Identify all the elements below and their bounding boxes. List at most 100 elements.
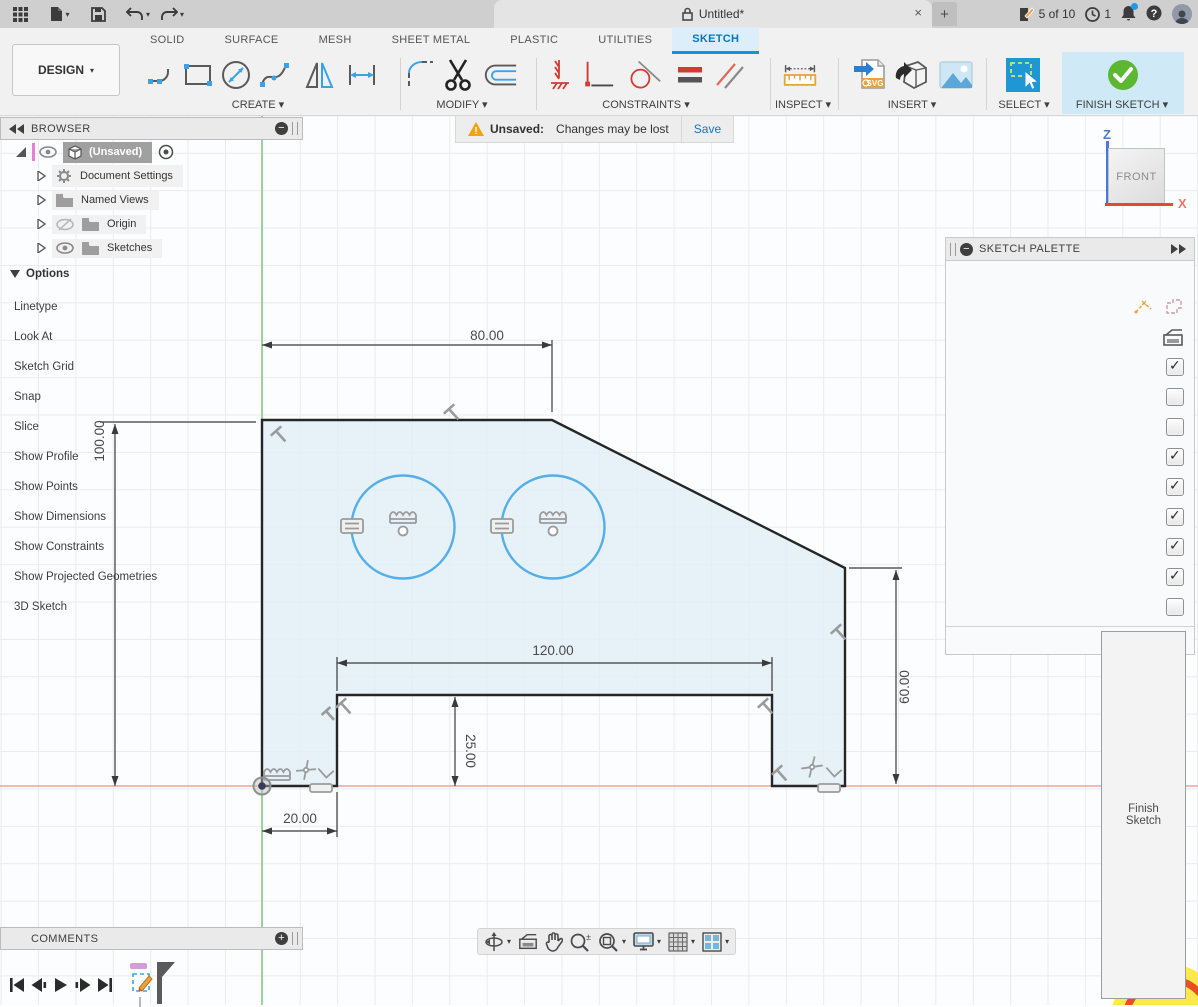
create-line-icon[interactable] xyxy=(144,56,180,94)
sketch-feature-icon[interactable] xyxy=(130,970,156,998)
tab-sheet-metal[interactable]: SHEET METAL xyxy=(372,28,491,52)
create-mirror-icon[interactable] xyxy=(302,56,338,94)
visible-eye-icon[interactable] xyxy=(56,242,74,254)
browser-root-label[interactable]: (Unsaved) xyxy=(89,146,142,158)
zoom-icon[interactable]: ± xyxy=(570,932,591,952)
create-group-label[interactable]: CREATE ▾ xyxy=(232,98,284,111)
timeline-step-back-icon[interactable] xyxy=(28,975,50,995)
browser-minimize-icon[interactable]: − xyxy=(275,122,288,135)
browser-item-sketches[interactable]: Sketches xyxy=(0,236,303,260)
browser-item-origin[interactable]: Origin xyxy=(0,212,303,236)
app-grid-icon[interactable] xyxy=(8,2,32,26)
tab-surface[interactable]: SURFACE xyxy=(205,28,299,52)
fit-icon[interactable]: ▾ xyxy=(598,932,626,952)
modify-offset-icon[interactable] xyxy=(482,56,518,94)
new-tab-button[interactable]: + xyxy=(932,2,957,26)
finish-sketch-button[interactable]: Finish Sketch xyxy=(1101,631,1186,999)
palette-minimize-icon[interactable]: − xyxy=(960,243,973,256)
dimension-25[interactable] xyxy=(452,697,459,786)
grid-settings-icon[interactable]: ▾ xyxy=(668,932,695,952)
select-group-label[interactable]: SELECT ▾ xyxy=(998,98,1049,111)
close-tab-icon[interactable]: × xyxy=(914,5,922,20)
comments-header[interactable]: COMMENTS + xyxy=(0,927,303,950)
expand-icon[interactable] xyxy=(36,171,46,181)
create-circle-icon[interactable] xyxy=(218,56,254,94)
viewports-icon[interactable]: ▾ xyxy=(702,932,729,952)
dim-label-120[interactable]: 120.00 xyxy=(532,643,573,658)
expand-icon[interactable] xyxy=(36,195,46,205)
section-collapse-icon[interactable] xyxy=(10,270,20,278)
origin-point[interactable] xyxy=(254,778,271,795)
panel-grip[interactable] xyxy=(292,932,298,945)
timeline-marker[interactable] xyxy=(156,962,176,1004)
collapse-icon[interactable] xyxy=(9,124,25,134)
finish-sketch-group-label[interactable]: FINISH SKETCH ▾ xyxy=(1076,98,1168,111)
item-label[interactable]: Named Views xyxy=(81,194,149,206)
timeline-sketch-feature[interactable] xyxy=(130,965,176,1005)
pan-icon[interactable] xyxy=(545,932,563,952)
projected-linetype-icon[interactable] xyxy=(1164,298,1184,316)
browser-item-document-settings[interactable]: Document Settings xyxy=(0,164,303,188)
notifications[interactable] xyxy=(1121,5,1136,24)
help[interactable]: ? xyxy=(1146,5,1162,24)
modify-group-label[interactable]: MODIFY ▾ xyxy=(436,98,487,111)
viewcube[interactable]: Z FRONT X xyxy=(1095,125,1195,220)
orbit-icon[interactable]: ▾ xyxy=(484,932,511,952)
tab-plastic[interactable]: PLASTIC xyxy=(490,28,578,52)
construction-linetype-icon[interactable] xyxy=(1134,298,1154,316)
timeline-play-icon[interactable] xyxy=(50,975,72,995)
redo-icon[interactable]: ▾ xyxy=(160,2,184,26)
constraint-parallel-icon[interactable] xyxy=(712,56,748,94)
insert-canvas-icon[interactable] xyxy=(938,56,974,94)
save-link[interactable]: Save xyxy=(682,116,733,142)
tab-mesh[interactable]: MESH xyxy=(299,28,372,52)
browser-item-named-views[interactable]: Named Views xyxy=(0,188,303,212)
browser-header[interactable]: BROWSER − xyxy=(0,117,303,140)
viewcube-front-face[interactable]: FRONT xyxy=(1108,148,1165,205)
palette-header[interactable]: − SKETCH PALETTE xyxy=(946,238,1194,261)
undo-icon[interactable]: ▾ xyxy=(126,2,150,26)
constraint-horizontal-vertical-icon[interactable] xyxy=(580,56,616,94)
document-tab[interactable]: Untitled* × xyxy=(494,0,932,28)
palette-options-section[interactable]: Options xyxy=(10,268,69,280)
expand-icon[interactable] xyxy=(36,243,46,253)
insert-group-label[interactable]: INSERT ▾ xyxy=(888,98,937,111)
dim-label-20[interactable]: 20.00 xyxy=(283,811,317,826)
version-status[interactable]: 5 of 10 xyxy=(1019,7,1076,22)
tab-solid[interactable]: SOLID xyxy=(130,28,205,52)
job-status[interactable]: 1 xyxy=(1085,7,1111,22)
timeline-skip-start-icon[interactable] xyxy=(6,975,28,995)
show-projected-checkbox[interactable] xyxy=(1166,568,1184,586)
timeline-skip-end-icon[interactable] xyxy=(94,975,116,995)
constraint-fix-icon[interactable] xyxy=(542,56,578,94)
expand-icon[interactable] xyxy=(36,219,46,229)
item-label[interactable]: Document Settings xyxy=(80,170,173,182)
dim-label-25[interactable]: 25.00 xyxy=(463,734,478,768)
tab-utilities[interactable]: UTILITIES xyxy=(578,28,672,52)
sketch-grid-checkbox[interactable] xyxy=(1166,358,1184,376)
item-label[interactable]: Origin xyxy=(107,218,136,230)
inspect-measure-icon[interactable] xyxy=(782,56,818,94)
show-points-checkbox[interactable] xyxy=(1166,478,1184,496)
insert-mesh-icon[interactable] xyxy=(894,56,930,94)
timeline-step-forward-icon[interactable] xyxy=(72,975,94,995)
file-menu-icon[interactable]: ▾ xyxy=(48,2,72,26)
finish-sketch-icon[interactable] xyxy=(1105,56,1141,94)
modify-fillet-icon[interactable] xyxy=(404,56,440,94)
modify-trim-icon[interactable] xyxy=(440,56,476,94)
3d-sketch-checkbox[interactable] xyxy=(1166,598,1184,616)
insert-svg-icon[interactable]: SVG xyxy=(852,56,888,94)
constraint-tangent-icon[interactable] xyxy=(626,56,662,94)
select-tool-icon[interactable] xyxy=(1005,56,1041,94)
item-label[interactable]: Sketches xyxy=(107,242,152,254)
tab-sketch[interactable]: SKETCH xyxy=(672,27,759,54)
add-comment-icon[interactable]: + xyxy=(275,932,288,945)
avatar[interactable] xyxy=(1172,4,1192,24)
look-at-icon[interactable] xyxy=(1162,329,1184,346)
panel-grip[interactable] xyxy=(292,122,298,135)
display-settings-icon[interactable]: ▾ xyxy=(633,932,661,951)
browser-root-row[interactable]: (Unsaved) xyxy=(0,140,303,164)
create-rectangle-icon[interactable] xyxy=(180,56,216,94)
activate-icon[interactable] xyxy=(158,144,174,160)
inspect-group-label[interactable]: INSPECT ▾ xyxy=(775,98,831,111)
